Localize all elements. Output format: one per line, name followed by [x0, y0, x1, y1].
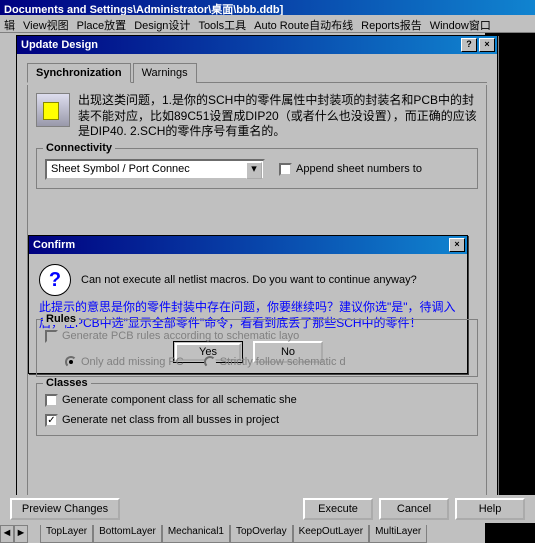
preview-button[interactable]: Preview Changes — [10, 498, 120, 520]
layer-tab[interactable]: Mechanical1 — [162, 525, 230, 543]
layer-tab[interactable]: MultiLayer — [369, 525, 427, 543]
menu-item[interactable]: Reports报告 — [361, 17, 422, 30]
menu-item[interactable]: View视图 — [23, 17, 69, 30]
generate-rules-checkbox: Generate PCB rules according to schemati… — [45, 330, 299, 343]
button-bar: Preview Changes Execute Cancel Help — [0, 495, 535, 523]
connectivity-select[interactable]: Sheet Symbol / Port Connec — [45, 159, 265, 180]
group-title: Rules — [43, 313, 79, 325]
group-title: Classes — [43, 377, 91, 389]
cancel-button[interactable]: Cancel — [379, 498, 449, 520]
only-add-radio: Only add missing PC — [65, 356, 184, 368]
close-button[interactable]: × — [479, 38, 495, 52]
update-design-dialog: Update Design ? × Synchronization Warnin… — [16, 35, 498, 503]
tabs: Synchronization Warnings — [27, 62, 487, 83]
layer-tabs: TopLayer BottomLayer Mechanical1 TopOver… — [40, 525, 427, 543]
question-icon — [39, 264, 71, 296]
classes-group: Classes Generate component class for all… — [36, 383, 478, 436]
menu-item[interactable]: Design设计 — [134, 17, 190, 30]
menubar: 辑 View视图 Place放置 Design设计 Tools工具 Auto R… — [0, 15, 535, 33]
layer-tab[interactable]: TopOverlay — [230, 525, 293, 543]
connectivity-group: Connectivity Sheet Symbol / Port Connec … — [36, 148, 478, 189]
info-icon — [36, 93, 70, 127]
tab-warnings[interactable]: Warnings — [133, 63, 197, 83]
layer-prev-icon[interactable]: ◄ — [0, 525, 14, 543]
menu-item[interactable]: 辑 — [4, 17, 15, 30]
info-annotation: 出现这类问题，1.是你的SCH中的零件属性中封装项的封装名和PCB中的封装不能对… — [78, 93, 478, 140]
layer-tab[interactable]: KeepOutLayer — [293, 525, 370, 543]
layer-tab[interactable]: TopLayer — [40, 525, 93, 543]
append-sheet-checkbox[interactable]: Append sheet numbers to — [279, 163, 422, 176]
confirm-title: Confirm — [33, 239, 447, 251]
confirm-close-button[interactable]: × — [449, 238, 465, 252]
app-titlebar: Documents and Settings\Administrator\桌面\… — [0, 0, 535, 15]
menu-item[interactable]: Auto Route自动布线 — [254, 17, 353, 30]
net-class-checkbox[interactable]: Generate net class from all busses in pr… — [45, 414, 279, 427]
menu-item[interactable]: Window窗口 — [430, 17, 491, 30]
help-button[interactable]: ? — [461, 38, 477, 52]
menu-item[interactable]: Place放置 — [77, 17, 127, 30]
layer-next-icon[interactable]: ► — [14, 525, 28, 543]
tab-synchronization[interactable]: Synchronization — [27, 63, 131, 83]
component-class-checkbox[interactable]: Generate component class for all schemat… — [45, 394, 297, 407]
execute-button[interactable]: Execute — [303, 498, 373, 520]
dialog-titlebar[interactable]: Update Design ? × — [17, 36, 497, 54]
dialog-title: Update Design — [21, 39, 459, 51]
strictly-follow-radio: Strictly follow schematic d — [204, 356, 346, 368]
group-title: Connectivity — [43, 142, 115, 154]
confirm-titlebar[interactable]: Confirm × — [29, 236, 467, 254]
rules-group: Rules Generate PCB rules according to sc… — [36, 319, 478, 377]
menu-item[interactable]: Tools工具 — [198, 17, 246, 30]
confirm-message: Can not execute all netlist macros. Do y… — [81, 274, 417, 286]
layer-tab[interactable]: BottomLayer — [93, 525, 162, 543]
help-button[interactable]: Help — [455, 498, 525, 520]
